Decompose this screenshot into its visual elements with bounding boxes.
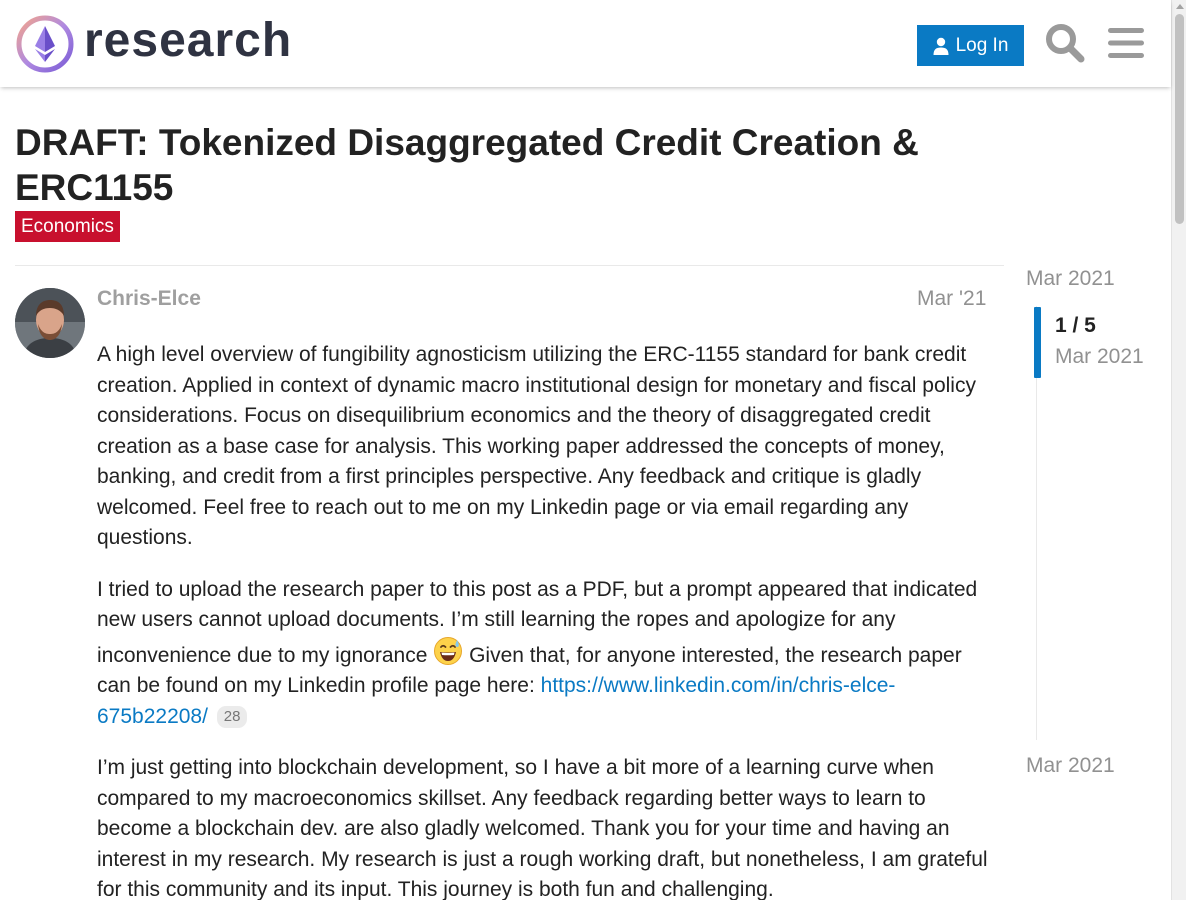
sweat-smile-emoji-icon [434,636,463,665]
login-button[interactable]: Log In [917,25,1024,66]
search-button[interactable] [1044,21,1086,65]
post-divider [15,265,1004,266]
timeline-progress[interactable]: 1 / 5 [1055,314,1096,338]
site-header: research Log In [0,0,1171,87]
user-icon [933,37,949,55]
scroll-up-arrow-icon[interactable] [1176,4,1184,9]
timeline-handle[interactable] [1034,307,1041,378]
link-click-count-badge: 28 [216,705,248,728]
site-logo[interactable]: research [16,15,292,73]
post-paragraph: I tried to upload the research paper to … [97,575,992,733]
avatar-image [15,288,85,358]
timeline-end-date[interactable]: Mar 2021 [1026,754,1115,778]
logo-icon [16,15,74,73]
post-body: A high level overview of fungibility agn… [97,340,992,900]
timeline-handle-date: Mar 2021 [1055,345,1144,368]
scrollbar-thumb[interactable] [1175,14,1184,224]
post-date[interactable]: Mar '21 [917,286,986,312]
menu-icon [1108,28,1144,58]
login-label: Log In [955,34,1009,56]
post-paragraph: A high level overview of fungibility agn… [97,343,976,549]
category-badge[interactable]: Economics [15,211,120,242]
avatar[interactable] [15,288,85,358]
hamburger-menu-button[interactable] [1106,21,1146,65]
timeline-start-date[interactable]: Mar 2021 [1026,267,1115,291]
search-icon [1046,24,1085,63]
topic-title[interactable]: DRAFT: Tokenized Disaggregated Credit Cr… [15,120,995,210]
post-username[interactable]: Chris-Elce [97,286,201,312]
page-scrollbar[interactable] [1171,0,1186,900]
site-name: research [84,14,293,67]
post-paragraph: I’m just getting into blockchain develop… [97,756,988,900]
